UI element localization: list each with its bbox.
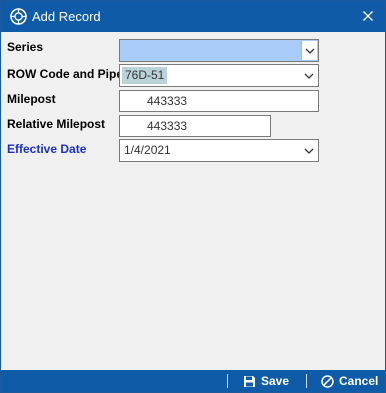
chevron-down-icon [304,73,314,79]
effective-date-value: 1/4/2021 [124,143,171,157]
effective-date-label: Effective Date [7,142,87,156]
row-code-pipe-dropdown-button[interactable] [301,66,317,85]
milepost-label: Milepost [7,92,56,106]
footer-separator [306,374,307,388]
floppy-disk-icon [244,375,255,387]
chevron-down-icon [305,48,314,54]
row-code-pipe-combobox[interactable]: 76D-51 [119,64,319,87]
row-code-pipe-label: ROW Code and Pipe [7,67,124,81]
series-label: Series [7,40,44,54]
save-button[interactable]: Save [243,373,289,389]
relative-milepost-value: 443333 [147,119,188,133]
add-record-dialog: Add Record Series ROW Code and Pipe 76D-… [0,0,386,393]
series-dropdown-button[interactable] [301,41,317,60]
effective-date-picker[interactable]: 1/4/2021 [119,139,319,162]
save-label: Save [261,374,290,388]
relative-milepost-label: Relative Milepost [7,117,106,131]
cancel-circle-icon [321,374,334,388]
close-icon [363,10,373,24]
cancel-button[interactable]: Cancel [321,373,378,389]
footer-separator [227,374,228,388]
milepost-input[interactable]: 443333 [119,90,319,112]
cancel-label: Cancel [339,374,379,388]
row-code-pipe-value: 76D-51 [122,67,168,84]
chevron-down-icon [304,148,314,154]
effective-date-dropdown-button[interactable] [301,141,317,160]
series-combobox[interactable] [119,39,319,62]
app-logo-icon [10,8,27,25]
close-button[interactable] [351,1,385,32]
title-bar: Add Record [1,1,385,32]
milepost-value: 443333 [147,94,188,108]
relative-milepost-input[interactable]: 443333 [119,115,271,137]
dialog-title: Add Record [32,9,101,24]
dialog-footer: Save Cancel [1,370,385,392]
series-value [122,42,124,59]
